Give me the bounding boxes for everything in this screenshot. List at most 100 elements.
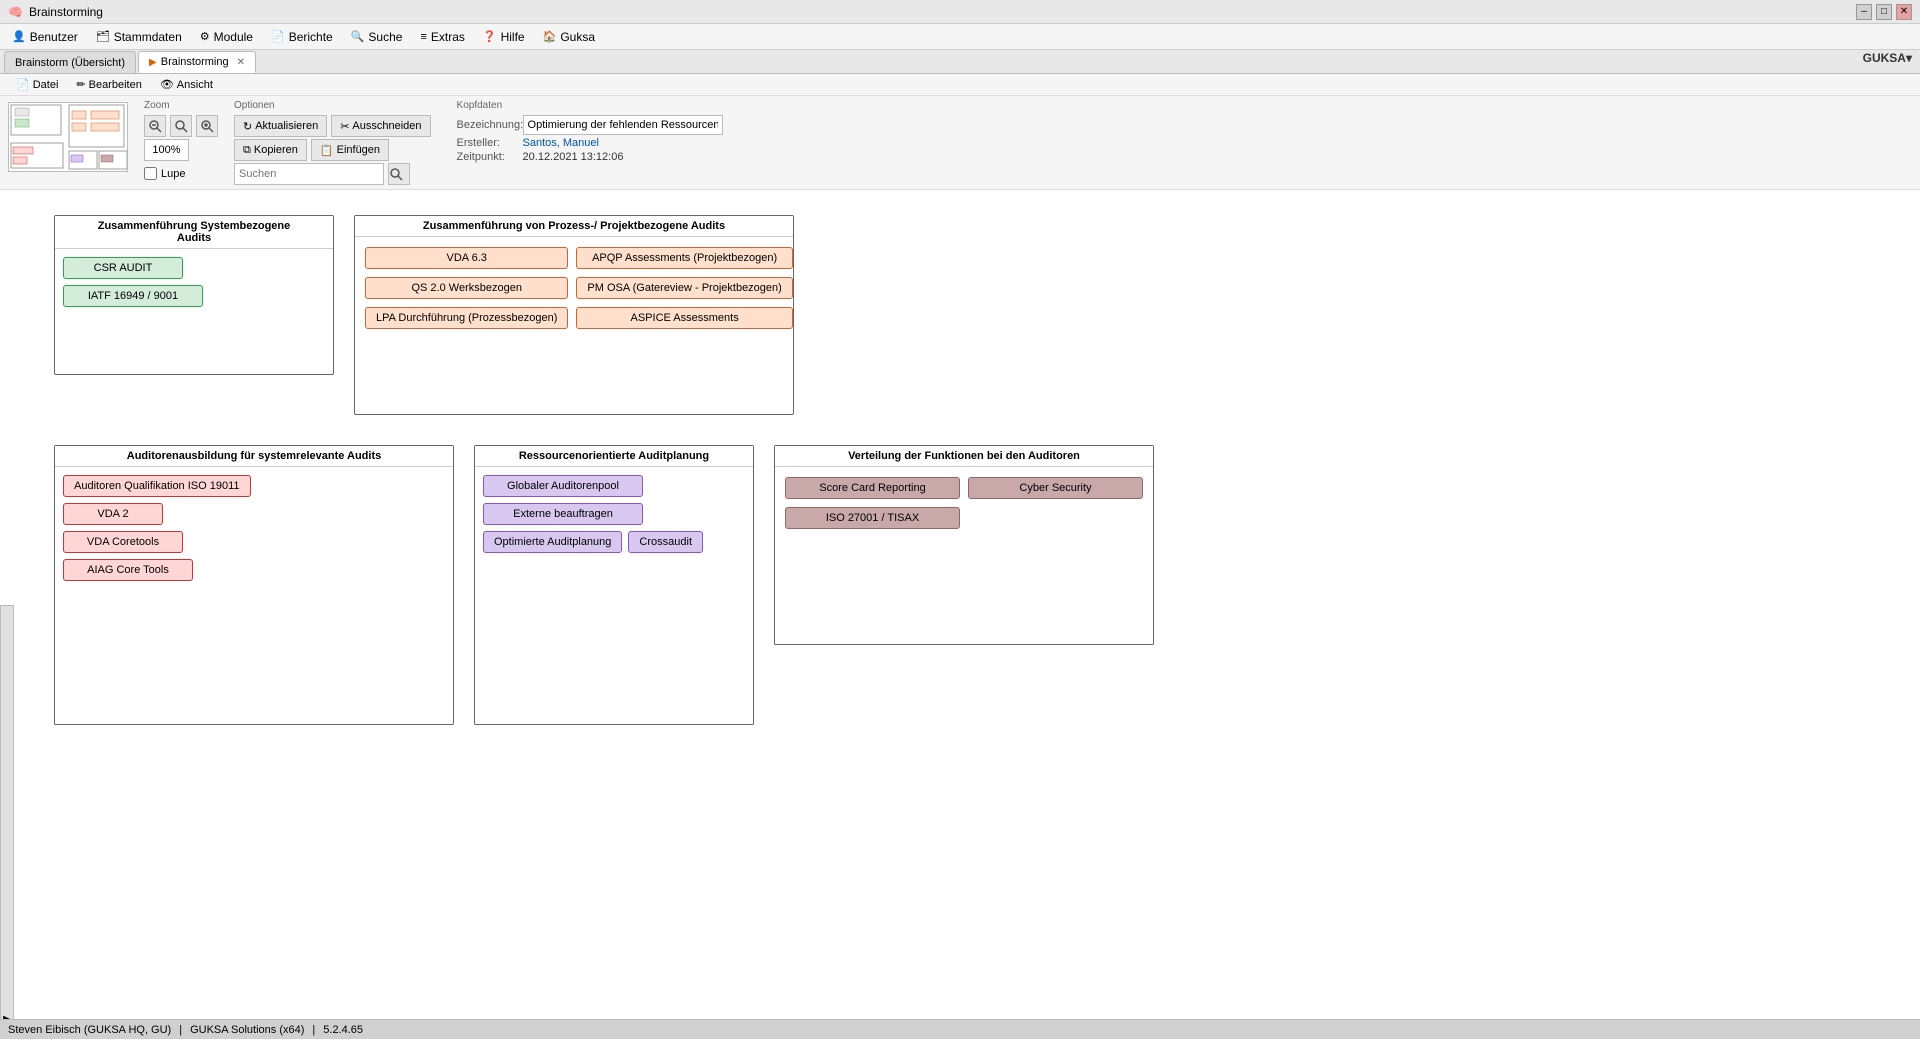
bearbeiten-icon: ✏ (76, 78, 85, 91)
box2-content: VDA 6.3 APQP Assessments (Projektbezogen… (355, 237, 793, 339)
statusbar: Steven Eibisch (GUKSA HQ, GU) | GUKSA So… (0, 1019, 1920, 1039)
zoom-section: Zoom 100% Lupe (144, 100, 218, 180)
bezeichnung-label: Bezeichnung: (457, 119, 517, 131)
item-qs20[interactable]: QS 2.0 Werksbezogen (365, 277, 568, 299)
main-scroll-area[interactable]: Zusammenführung SystembezogeneAudits CSR… (14, 190, 1920, 1019)
bearbeiten-button[interactable]: ✏ Bearbeiten (68, 76, 149, 93)
suche-icon: 🔍 (351, 30, 365, 43)
ansicht-button[interactable]: 👁 Ansicht (152, 76, 221, 93)
box1-content: CSR AUDIT IATF 16949 / 9001 (55, 249, 333, 315)
berichte-icon: 📄 (271, 30, 285, 43)
box4-row3: Optimierte Auditplanung Crossaudit (483, 531, 745, 553)
tab-brainstorming[interactable]: ▶ Brainstorming ✕ (138, 51, 256, 73)
menu-module[interactable]: ⚙ Module (192, 28, 261, 46)
preview-thumbnail (8, 102, 128, 172)
datei-button[interactable]: 📄 Datei (8, 76, 66, 93)
lupe-checkbox[interactable] (144, 167, 157, 180)
ausschneiden-button[interactable]: ✂ Ausschneiden (331, 115, 430, 137)
item-crossaudit[interactable]: Crossaudit (628, 531, 703, 553)
ersteller-label: Ersteller: (457, 137, 517, 149)
tab-overview[interactable]: Brainstorm (Übersicht) (4, 51, 136, 73)
menu-suche[interactable]: 🔍 Suche (343, 28, 411, 46)
box2-title: Zusammenführung von Prozess-/ Projektbez… (355, 216, 793, 237)
zoom-in-button[interactable] (196, 115, 218, 137)
aktualisieren-button[interactable]: ↻ Aktualisieren (234, 115, 327, 137)
tab-close-icon[interactable]: ✕ (237, 57, 245, 68)
benutzer-icon: 👤 (12, 30, 26, 43)
stammdaten-icon: 🗂 (96, 30, 110, 43)
collapse-arrow[interactable]: ▶ (0, 605, 14, 1020)
item-aspice[interactable]: ASPICE Assessments (576, 307, 792, 329)
item-vda2[interactable]: VDA 2 (63, 503, 163, 525)
item-iso19011[interactable]: Auditoren Qualifikation ISO 19011 (63, 475, 251, 497)
ausschneiden-icon: ✂ (340, 120, 349, 133)
zoom-controls (144, 115, 218, 137)
item-vdacoretools[interactable]: VDA Coretools (63, 531, 183, 553)
item-cybersecurity[interactable]: Cyber Security (968, 477, 1143, 499)
tab-arrow-icon: ▶ (149, 57, 157, 68)
close-button[interactable]: ✕ (1896, 4, 1912, 20)
hilfe-icon: ❓ (483, 30, 497, 43)
lupe-checkbox-label[interactable]: Lupe (144, 167, 185, 180)
kopfdaten-section: Kopfdaten Bezeichnung: Ersteller: Santos… (457, 100, 723, 163)
file-toolbar: 📄 Datei ✏ Bearbeiten 👁 Ansicht (0, 74, 1920, 96)
zeitpunkt-label: Zeitpunkt: (457, 151, 517, 163)
item-globalerpool[interactable]: Globaler Auditorenpool (483, 475, 643, 497)
lupe-label: Lupe (161, 168, 185, 180)
menu-stammdaten[interactable]: 🗂 Stammdaten (88, 28, 190, 46)
main-toolbar: Zoom 100% Lupe (0, 96, 1920, 190)
item-iso27001[interactable]: ISO 27001 / TISAX (785, 507, 960, 529)
zoom-value[interactable]: 100% (144, 139, 189, 161)
box1-title: Zusammenführung SystembezogeneAudits (55, 216, 333, 249)
einfuegen-icon: 📋 (320, 144, 334, 157)
app-icon: 🧠 (8, 5, 23, 19)
menu-extras[interactable]: ≡ Extras (412, 28, 472, 46)
box-prozess-audits: Zusammenführung von Prozess-/ Projektbez… (354, 215, 794, 415)
item-aiag[interactable]: AIAG Core Tools (63, 559, 193, 581)
status-product: GUKSA Solutions (x64) (190, 1024, 304, 1036)
zoom-reset-button[interactable] (170, 115, 192, 137)
optionen-label: Optionen (234, 100, 431, 111)
user-label[interactable]: GUKSA▾ (1863, 51, 1912, 65)
suchen-button[interactable] (388, 163, 410, 185)
item-apqp[interactable]: APQP Assessments (Projektbezogen) (576, 247, 792, 269)
zoom-out-button[interactable] (144, 115, 166, 137)
item-scorecard[interactable]: Score Card Reporting (785, 477, 960, 499)
item-vda63[interactable]: VDA 6.3 (365, 247, 568, 269)
titlebar: 🧠 Brainstorming – □ ✕ (0, 0, 1920, 24)
aktualisieren-icon: ↻ (243, 120, 252, 133)
menu-berichte[interactable]: 📄 Berichte (263, 28, 341, 46)
item-iatf[interactable]: IATF 16949 / 9001 (63, 285, 203, 307)
bezeichnung-input[interactable] (523, 115, 723, 135)
kopfdaten-label: Kopfdaten (457, 100, 723, 111)
minimize-button[interactable]: – (1856, 4, 1872, 20)
box4-content: Globaler Auditorenpool Externe beauftrag… (475, 467, 753, 561)
box-systembezogene-audits: Zusammenführung SystembezogeneAudits CSR… (54, 215, 334, 375)
datei-icon: 📄 (16, 78, 30, 91)
zoom-label: Zoom (144, 100, 218, 111)
item-csr-audit[interactable]: CSR AUDIT (63, 257, 183, 279)
window-title: Brainstorming (29, 5, 103, 19)
restore-button[interactable]: □ (1876, 4, 1892, 20)
box-auditorenausbildung: Auditorenausbildung für systemrelevante … (54, 445, 454, 725)
app-container: 🧠 Brainstorming – □ ✕ 👤 Benutzer 🗂 Stamm… (0, 0, 1920, 1039)
einfuegen-button[interactable]: 📋 Einfügen (311, 139, 389, 161)
titlebar-left: 🧠 Brainstorming (8, 5, 103, 19)
suchen-input[interactable] (234, 163, 384, 185)
item-lpa[interactable]: LPA Durchführung (Prozessbezogen) (365, 307, 568, 329)
menu-hilfe[interactable]: ❓ Hilfe (475, 28, 533, 46)
box4-title: Ressourcenorientierte Auditplanung (475, 446, 753, 467)
menu-guksa[interactable]: 🏠 Guksa (535, 28, 603, 46)
menu-benutzer[interactable]: 👤 Benutzer (4, 28, 86, 46)
item-optimiert[interactable]: Optimierte Auditplanung (483, 531, 622, 553)
item-extern[interactable]: Externe beauftragen (483, 503, 643, 525)
box-ressourcenorientiert: Ressourcenorientierte Auditplanung Globa… (474, 445, 754, 725)
kopieren-button[interactable]: ⧉ Kopieren (234, 139, 307, 161)
optionen-section: Optionen ↻ Aktualisieren ✂ Ausschneiden … (234, 100, 431, 185)
content-wrapper: ▶ Zusammenführung SystembezogeneAudits C… (0, 190, 1920, 1019)
box5-content: Score Card Reporting Cyber Security ISO … (775, 467, 1153, 539)
ersteller-value[interactable]: Santos, Manuel (523, 137, 599, 149)
box-verteilung-funktionen: Verteilung der Funktionen bei den Audito… (774, 445, 1154, 645)
box3-title: Auditorenausbildung für systemrelevante … (55, 446, 453, 467)
item-pmosa[interactable]: PM OSA (Gatereview - Projektbezogen) (576, 277, 792, 299)
